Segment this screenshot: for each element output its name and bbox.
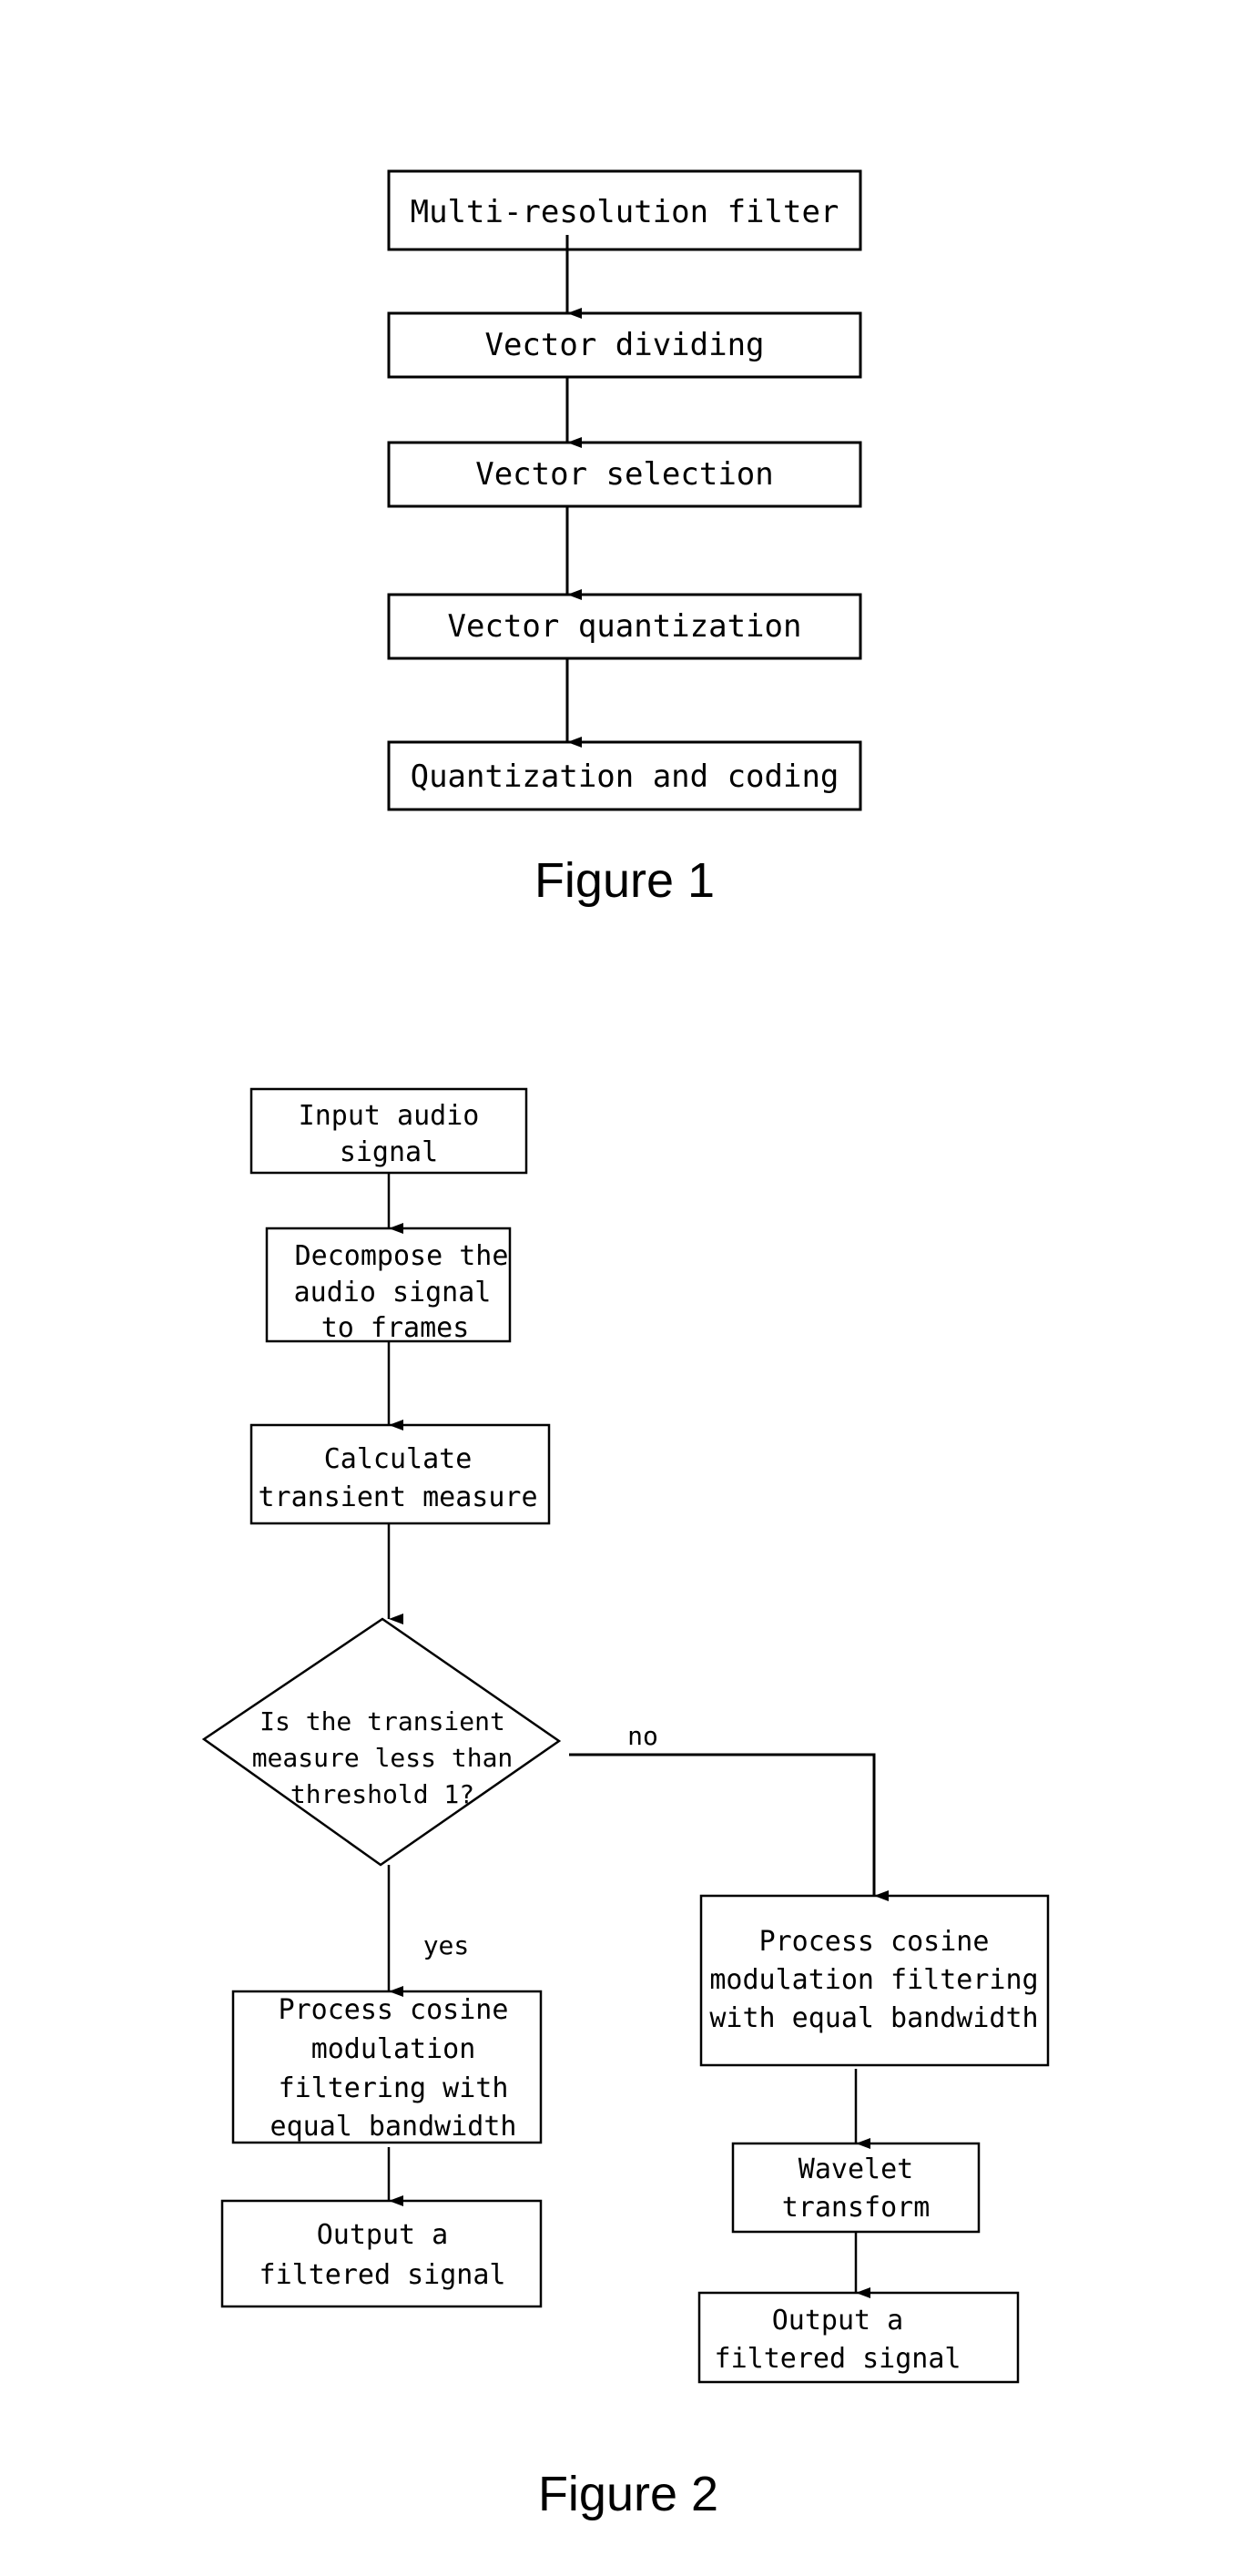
node-label-line: measure less than: [252, 1743, 514, 1773]
node-label-line: Wavelet: [799, 2153, 913, 2185]
node-label-line: filtered signal: [259, 2259, 506, 2291]
node-label: Multi-resolution filter: [411, 194, 839, 230]
fig1-node-multi-resolution-filter: Multi-resolution filter: [387, 169, 862, 251]
figure-2-caption: Figure 2: [538, 2467, 718, 2521]
node-label: Vector selection: [475, 456, 774, 493]
edge-label-no: no: [627, 1721, 658, 1751]
node-label-line: threshold 1?: [290, 1779, 474, 1809]
node-label-line: Decompose the: [295, 1240, 509, 1272]
node-label-line: Process cosine: [759, 1926, 990, 1958]
fig1-node-vector-dividing: Vector dividing: [387, 311, 862, 379]
figure-1-caption: Figure 1: [534, 853, 715, 908]
node-label-line: Is the transient: [259, 1706, 505, 1736]
fig1-node-vector-quantization: Vector quantization: [387, 593, 862, 660]
node-label-line: Input audio: [299, 1100, 480, 1132]
fig1-node-quantization-and-coding: Quantization and coding: [387, 740, 862, 811]
node-label: Quantization and coding: [411, 759, 839, 795]
fig2-node-output-yes: Output a filtered signal: [220, 2199, 543, 2308]
node-label-line: modulation filtering: [709, 1964, 1038, 1996]
node-label-line: audio signal: [294, 1277, 492, 1308]
node-label-line: Process cosine: [279, 1994, 509, 2026]
fig2-node-cosine-filter-yes: Process cosine modulation filtering with…: [231, 1990, 543, 2144]
fig2-node-wavelet-transform: Wavelet transform: [731, 2142, 981, 2234]
fig2-edge-decision-no: [569, 1753, 889, 1901]
node-label-line: with equal bandwidth: [709, 2002, 1038, 2034]
node-label-line: Calculate: [324, 1443, 473, 1475]
node-label-line: filtered signal: [715, 2343, 961, 2375]
node-label-line: to frames: [321, 1312, 470, 1344]
fig2-node-output-no: Output a filtered signal: [697, 2291, 1020, 2384]
fig1-node-vector-selection: Vector selection: [387, 441, 862, 508]
patent-drawing-sheet: Multi-resolution filter Vector dividing …: [201, 169, 1050, 2521]
node-label-line: modulation: [311, 2033, 476, 2065]
node-label-line: Output a: [772, 2305, 904, 2337]
node-label: Vector dividing: [484, 327, 764, 363]
node-label-line: transient measure: [258, 1481, 537, 1513]
fig2-node-cosine-filter-no: Process cosine modulation filtering with…: [699, 1894, 1050, 2067]
fig2-node-transient-decision: Is the transient measure less than thres…: [201, 1617, 562, 1867]
node-label-line: filtering with: [279, 2072, 509, 2104]
node-label-line: transform: [782, 2192, 931, 2224]
node-label: Vector quantization: [448, 608, 802, 645]
fig2-node-calculate-transient: Calculate transient measure: [249, 1423, 551, 1525]
figure-1: Multi-resolution filter Vector dividing …: [387, 169, 862, 908]
fig2-node-decompose-frames: Decompose the audio signal to frames: [265, 1227, 512, 1344]
node-label-line: equal bandwidth: [270, 2111, 517, 2143]
edge-label-yes: yes: [423, 1930, 470, 1960]
node-label-line: signal: [340, 1136, 438, 1168]
node-label-line: Output a: [317, 2219, 449, 2251]
fig2-node-input-audio-signal: Input audio signal: [249, 1087, 528, 1175]
figure-2: Input audio signal Decompose the audio s…: [201, 1087, 1050, 2521]
